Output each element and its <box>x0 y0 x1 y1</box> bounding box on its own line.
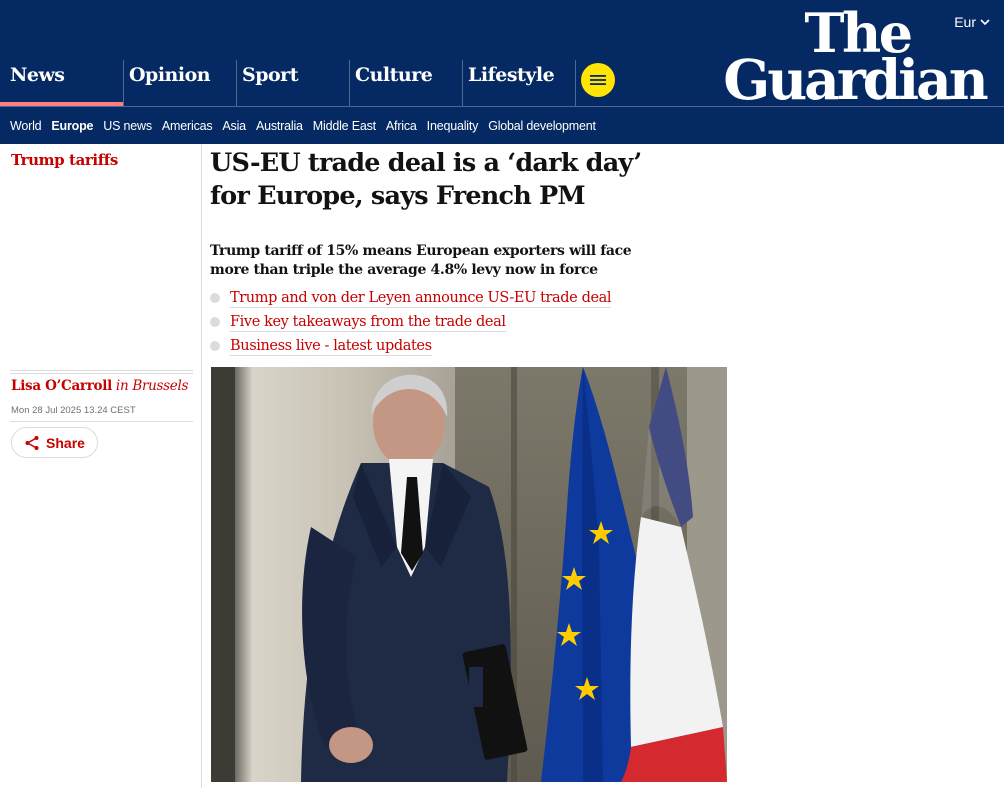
subnav-asia[interactable]: Asia <box>222 119 246 133</box>
subnav-world[interactable]: World <box>10 119 42 133</box>
subnav-inequality[interactable]: Inequality <box>427 119 479 133</box>
pillar-news-label: News <box>10 64 65 86</box>
share-button[interactable]: Share <box>11 427 98 458</box>
share-icon <box>25 435 39 450</box>
subnav-us-news[interactable]: US news <box>103 119 152 133</box>
bullet-dot <box>210 341 220 351</box>
pillar-sport-label: Sport <box>242 64 298 86</box>
pillar-nav: News Opinion Sport Culture Lifestyle <box>0 60 576 106</box>
photo-illustration <box>211 367 727 782</box>
logo-line-2: Guardian <box>723 47 989 113</box>
subnav-americas[interactable]: Americas <box>162 119 213 133</box>
article-headline: US-EU trade deal is a ‘dark day’ for Eur… <box>210 148 642 211</box>
pillar-opinion[interactable]: Opinion <box>123 60 236 106</box>
guardian-logo[interactable]: The Guardian <box>717 6 992 113</box>
share-label: Share <box>46 434 85 451</box>
bullet-dot <box>210 317 220 327</box>
hamburger-menu-icon <box>590 75 606 85</box>
pillar-news[interactable]: News <box>0 60 123 106</box>
pillar-culture[interactable]: Culture <box>349 60 462 106</box>
subnav-middle-east[interactable]: Middle East <box>313 119 376 133</box>
related-link-business-live[interactable]: Business live - latest updates <box>230 337 432 356</box>
related-links: Trump and von der Leyen announce US-EU t… <box>210 286 612 358</box>
pillar-opinion-label: Opinion <box>129 64 211 86</box>
related-link-trade-deal[interactable]: Trump and von der Leyen announce US-EU t… <box>230 289 612 308</box>
series-kicker[interactable]: Trump tariffs <box>11 151 118 169</box>
publish-date: Mon 28 Jul 2025 13.24 CEST <box>11 405 136 416</box>
pillar-sport[interactable]: Sport <box>236 60 349 106</box>
pillar-lifestyle[interactable]: Lifestyle <box>462 60 576 106</box>
pillar-culture-label: Culture <box>355 64 433 86</box>
bullet-dot <box>210 293 220 303</box>
author-name[interactable]: Lisa O’Carroll <box>11 378 112 394</box>
byline-bottom-rule <box>10 421 193 422</box>
sub-navigation: World Europe US news Americas Asia Austr… <box>10 119 606 133</box>
author-location: in Brussels <box>115 378 189 394</box>
pillar-lifestyle-label: Lifestyle <box>468 64 555 86</box>
subnav-europe[interactable]: Europe <box>51 119 93 133</box>
byline-top-rule-2 <box>10 373 193 374</box>
related-link-item: Trump and von der Leyen announce US-EU t… <box>210 286 612 310</box>
byline-top-rule <box>10 370 193 371</box>
related-link-item: Five key takeaways from the trade deal <box>210 310 611 334</box>
subnav-africa[interactable]: Africa <box>386 119 417 133</box>
menu-button[interactable] <box>581 63 615 97</box>
related-link-takeaways[interactable]: Five key takeaways from the trade deal <box>230 313 506 332</box>
byline: Lisa O’Carroll in Brussels <box>11 378 188 394</box>
main-media-photo[interactable] <box>211 367 727 782</box>
article-standfirst: Trump tariff of 15% means European expor… <box>210 243 632 278</box>
subnav-global-development[interactable]: Global development <box>488 119 596 133</box>
masthead: Eur The Guardian News Opinion Sport Cult… <box>0 0 1004 144</box>
left-meta-column <box>0 144 202 788</box>
masthead-divider <box>0 106 1004 107</box>
subnav-australia[interactable]: Australia <box>256 119 303 133</box>
related-link-item: Business live - latest updates <box>210 334 611 358</box>
